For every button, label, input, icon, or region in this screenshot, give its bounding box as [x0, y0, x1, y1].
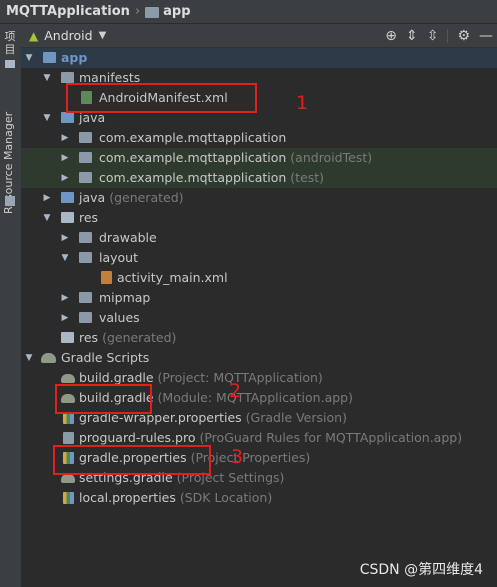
tree-label: local.properties (SDK Location): [79, 490, 273, 505]
folder-icon: [79, 292, 92, 303]
package-icon: [79, 152, 92, 163]
package-icon: [79, 132, 92, 143]
tree-row-activity-main[interactable]: activity_main.xml: [21, 268, 497, 288]
tree-label: res (generated): [79, 330, 177, 345]
tree-row-app[interactable]: ▼ app: [21, 48, 497, 68]
module-folder-icon: [43, 52, 56, 63]
resource-folder-icon: [61, 332, 74, 343]
project-toolbar: ▲ Android ▼ ⊕ ⇕ ⇳ ⚙ —: [21, 24, 497, 48]
layout-xml-icon: [101, 271, 112, 284]
watermark: CSDN @第四维度4: [359, 562, 483, 578]
collapse-all-icon[interactable]: ⇳: [427, 28, 439, 44]
folder-icon: [145, 7, 160, 18]
gradle-file-icon: [61, 374, 75, 383]
breadcrumb: MQTTApplication › app: [0, 0, 497, 24]
annotation-number-1: 1: [296, 92, 309, 114]
expanded-arrow-icon: ▼: [25, 353, 33, 363]
tree-row-package-android-test[interactable]: ▶ com.example.mqttapplication (androidTe…: [21, 148, 497, 168]
tree-row-layout[interactable]: ▼ layout: [21, 248, 497, 268]
collapsed-arrow-icon: ▶: [61, 173, 69, 183]
tree-row-mipmap[interactable]: ▶ mipmap: [21, 288, 497, 308]
tree-row-res[interactable]: ▼ res: [21, 208, 497, 228]
tree-row-res-generated[interactable]: res (generated): [21, 328, 497, 348]
collapsed-arrow-icon: ▶: [61, 153, 69, 163]
expanded-arrow-icon: ▼: [43, 213, 51, 223]
chevron-right-icon: ›: [134, 4, 141, 19]
expanded-arrow-icon: ▼: [43, 73, 51, 83]
folder-icon: [79, 252, 92, 263]
left-tool-strip: 项目 Resource Manager: [0, 24, 22, 587]
view-selector-label: Android: [44, 28, 93, 43]
chevron-down-icon: ▼: [98, 30, 107, 41]
gear-icon[interactable]: ⚙: [457, 28, 470, 44]
tree-row-package-test[interactable]: ▶ com.example.mqttapplication (test): [21, 168, 497, 188]
folder-icon: [79, 232, 92, 243]
tree-label: mipmap: [99, 290, 151, 305]
tree-label: drawable: [99, 230, 157, 245]
expanded-arrow-icon: ▼: [25, 53, 33, 63]
gradle-file-icon: [61, 474, 75, 483]
collapsed-arrow-icon: ▶: [61, 313, 69, 323]
view-selector[interactable]: ▲ Android ▼: [29, 28, 106, 43]
expanded-arrow-icon: ▼: [61, 253, 69, 263]
annotation-box-3: [53, 445, 211, 475]
gradle-elephant-icon: [41, 353, 56, 363]
tree-label: app: [61, 50, 88, 65]
annotation-box-2: [55, 384, 152, 414]
tree-label: java (generated): [79, 190, 184, 205]
project-tab-icon: [5, 60, 15, 68]
source-folder-icon: [61, 112, 74, 123]
folder-icon: [79, 312, 92, 323]
tree-label: activity_main.xml: [117, 270, 228, 285]
collapsed-arrow-icon: ▶: [61, 293, 69, 303]
tree-label: com.example.mqttapplication (androidTest…: [99, 150, 373, 165]
tree-label: layout: [99, 250, 139, 265]
tree-label: com.example.mqttapplication (test): [99, 170, 325, 185]
tree-label: com.example.mqttapplication: [99, 130, 287, 145]
resource-folder-icon: [61, 212, 74, 223]
minimize-icon[interactable]: —: [479, 28, 493, 44]
generated-folder-icon: [61, 192, 74, 203]
properties-file-icon: [63, 492, 74, 504]
tree-row-gradle-scripts[interactable]: ▼ Gradle Scripts: [21, 348, 497, 368]
annotation-number-2: 2: [229, 380, 242, 402]
tree-label: Gradle Scripts: [61, 350, 150, 365]
project-tree: ▼ app ▼ manifests AndroidManifest.xml ▼ …: [21, 48, 497, 587]
tree-label: res: [79, 210, 99, 225]
folder-icon: [61, 72, 74, 83]
android-icon: ▲: [29, 28, 39, 43]
proguard-file-icon: [63, 432, 74, 444]
collapsed-arrow-icon: ▶: [61, 133, 69, 143]
tree-row-local-properties[interactable]: local.properties (SDK Location): [21, 488, 497, 508]
breadcrumb-project[interactable]: MQTTApplication: [6, 4, 130, 19]
tree-label: values: [99, 310, 140, 325]
annotation-box-1: [66, 83, 257, 113]
expanded-arrow-icon: ▼: [43, 113, 51, 123]
tree-row-values[interactable]: ▶ values: [21, 308, 497, 328]
package-icon: [79, 172, 92, 183]
project-tab[interactable]: 项目: [3, 30, 17, 56]
resource-manager-icon: [5, 196, 15, 206]
collapsed-arrow-icon: ▶: [61, 233, 69, 243]
annotation-number-3: 3: [231, 446, 244, 468]
tree-row-drawable[interactable]: ▶ drawable: [21, 228, 497, 248]
tree-row-java-generated[interactable]: ▶ java (generated): [21, 188, 497, 208]
toolbar-actions: ⊕ ⇕ ⇳ ⚙ —: [385, 24, 493, 48]
expand-all-icon[interactable]: ⇕: [406, 28, 418, 44]
toolbar-divider: [447, 29, 449, 43]
tree-row-package-main[interactable]: ▶ com.example.mqttapplication: [21, 128, 497, 148]
collapsed-arrow-icon: ▶: [43, 193, 51, 203]
breadcrumb-module[interactable]: app: [163, 4, 190, 19]
locate-icon[interactable]: ⊕: [385, 28, 397, 44]
